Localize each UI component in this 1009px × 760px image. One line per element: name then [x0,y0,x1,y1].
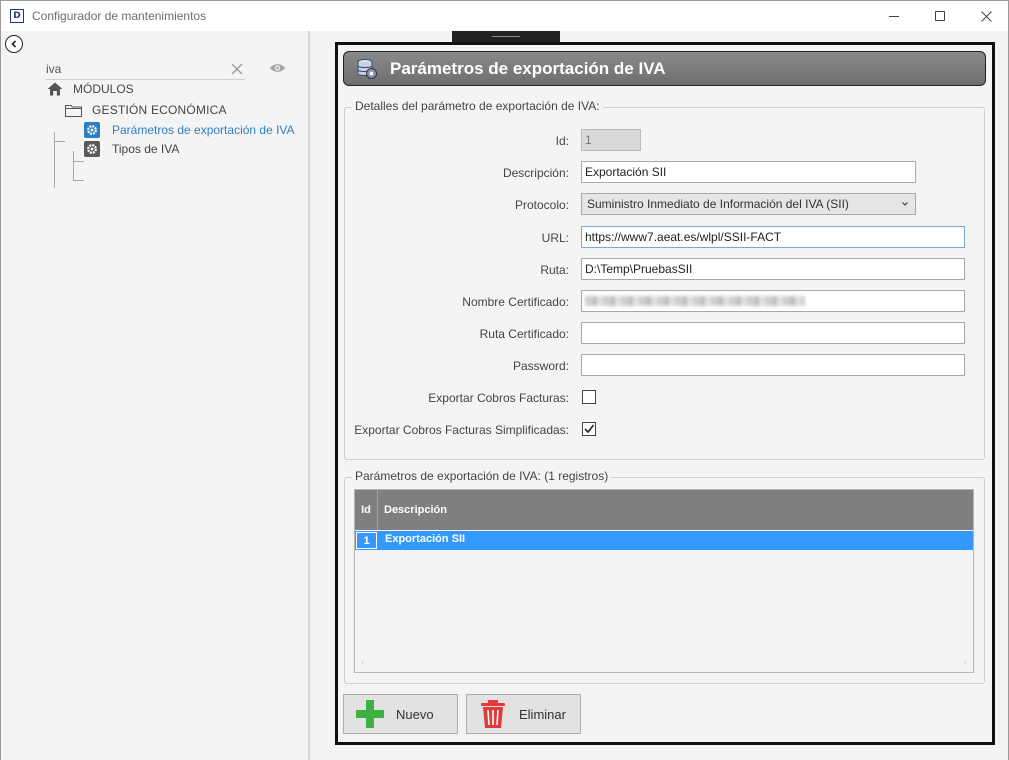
tree-connector [54,141,65,142]
tree-node-tipos-iva[interactable]: Tipos de IVA [84,141,179,157]
exportar-simplificadas-checkbox[interactable] [582,422,596,436]
protocolo-selected-value: Suministro Inmediato de Información del … [587,197,849,211]
maximize-button[interactable] [917,1,963,31]
eliminar-button[interactable]: Eliminar [466,694,581,734]
details-legend: Detalles del parámetro de exportación de… [352,99,603,113]
eliminar-button-label: Eliminar [519,706,566,722]
id-label: Id: [555,134,569,148]
id-field [581,129,641,151]
table-row[interactable]: 1 Exportación SII [355,531,973,550]
tree-connector [73,180,84,181]
ruta-label: Ruta: [540,263,569,277]
minimize-icon [889,15,899,17]
tree-node-parametros-exportacion-iva[interactable]: Parámetros de exportación de IVA [84,122,295,138]
maximize-icon [935,11,945,21]
scroll-right-icon[interactable]: › [964,657,967,668]
tree-node-modulos[interactable]: MÓDULOS [47,82,134,96]
settings-gear-icon [84,122,100,138]
settings-gear-icon [84,141,100,157]
search-box [46,60,245,80]
exportar-cobros-label: Exportar Cobros Facturas: [428,391,569,405]
nuevo-button-label: Nuevo [396,706,434,722]
plus-icon [356,700,384,728]
page-header: Parámetros de exportación de IVA [343,51,986,86]
tree-node-label: Parámetros de exportación de IVA [112,123,295,137]
close-icon [980,10,992,22]
column-header-descripcion[interactable]: Descripción [384,490,447,530]
protocolo-label: Protocolo: [514,198,569,212]
descripcion-label: Descripción: [502,166,569,180]
app-window: D Configurador de mantenimientos iva MÓD… [0,0,1009,760]
records-grid[interactable]: Id Descripción 1 Exportación SII ‹ › [354,489,974,673]
url-label: URL: [541,231,569,245]
page-title: Parámetros de exportación de IVA [390,58,666,78]
chevron-down-icon [902,202,908,206]
tree-node-gestion-economica[interactable]: GESTIÓN ECONÓMICA [65,103,227,117]
cell-descripcion: Exportación SII [385,533,466,545]
grid-header: Id Descripción [355,490,973,530]
redacted-value [585,296,805,306]
cell-id: 1 [356,532,377,549]
password-label: Password: [512,359,569,373]
records-legend: Parámetros de exportación de IVA: (1 reg… [352,469,612,483]
protocolo-select[interactable]: Suministro Inmediato de Información del … [581,193,916,215]
tree-connector [73,151,74,180]
database-settings-icon [357,58,377,79]
details-groupbox: Detalles del parámetro de exportación de… [344,99,985,460]
tree-node-label: GESTIÓN ECONÓMICA [92,103,227,117]
trash-icon [481,700,505,728]
exportar-simplificadas-label: Exportar Cobros Facturas Simplificadas: [354,423,569,437]
home-icon [47,82,63,96]
nombre-certificado-label: Nombre Certificado: [462,295,569,309]
nombre-certificado-field[interactable] [581,290,965,312]
url-field[interactable] [581,226,965,248]
close-button[interactable] [963,1,1009,31]
ruta-certificado-field[interactable] [581,322,965,344]
drawer-handle[interactable] [452,31,560,42]
ruta-field[interactable] [581,258,965,280]
descripcion-field[interactable] [581,161,916,183]
search-input[interactable] [46,60,216,78]
eye-icon[interactable] [269,62,286,74]
folder-icon [65,104,82,117]
scroll-left-icon[interactable]: ‹ [361,657,364,668]
checkmark-icon [584,424,595,434]
ruta-certificado-label: Ruta Certificado: [479,327,569,341]
column-header-id[interactable]: Id [355,490,378,530]
app-logo-icon: D [10,9,24,23]
nuevo-button[interactable]: Nuevo [343,694,458,734]
chevron-left-icon [11,40,17,48]
window-title: Configurador de mantenimientos [32,9,207,23]
title-bar: D Configurador de mantenimientos [1,1,1008,31]
tree-connector [73,161,84,162]
password-field[interactable] [581,354,965,376]
tree-node-label: Tipos de IVA [112,142,180,156]
back-button[interactable] [5,35,23,53]
tree-node-label: MÓDULOS [73,82,134,96]
clear-search-icon[interactable] [231,63,243,75]
exportar-cobros-checkbox[interactable] [582,390,596,404]
minimize-button[interactable] [871,1,917,31]
